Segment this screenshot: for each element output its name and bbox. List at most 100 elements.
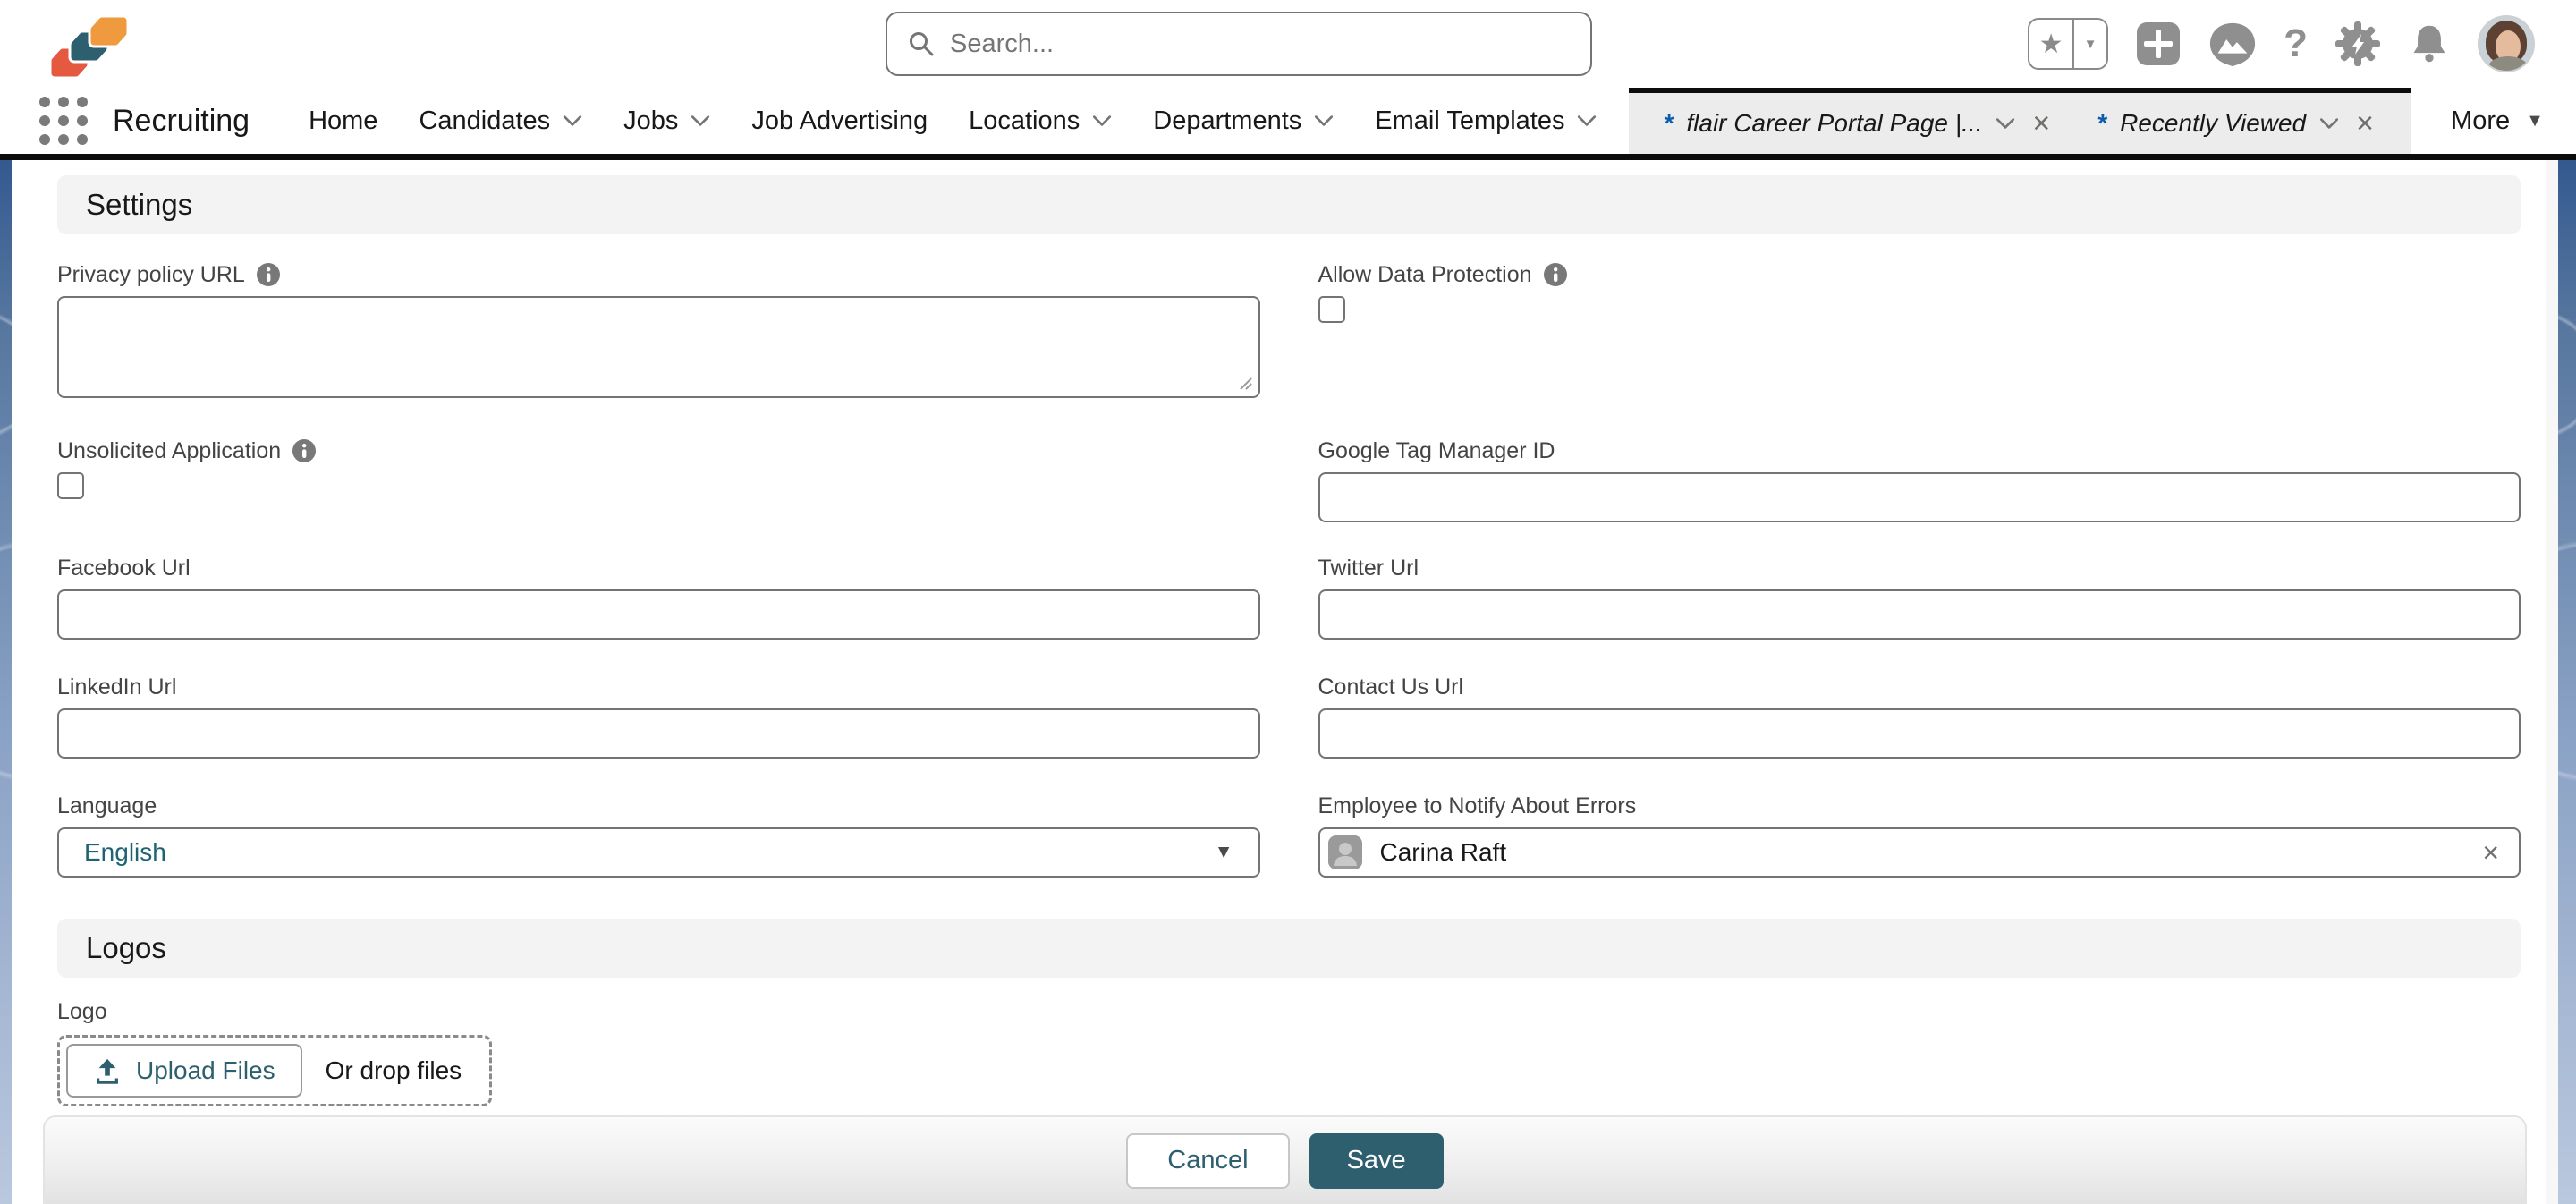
close-icon[interactable]: ×: [2029, 108, 2054, 139]
tab-locations[interactable]: Locations: [969, 106, 1112, 136]
help-button[interactable]: ?: [2284, 21, 2308, 66]
temporary-tabs-group: * flair Career Portal Page |... × * Rece…: [1629, 88, 2411, 154]
chevron-down-icon: [1092, 114, 1112, 127]
field-label: Unsolicited Application: [57, 436, 1260, 466]
field-unsolicited-application: Unsolicited Application: [57, 436, 1260, 522]
field-privacy-policy-url: Privacy policy URL: [57, 259, 1260, 398]
field-label: Employee to Notify About Errors: [1318, 791, 2521, 821]
tab-job-advertising[interactable]: Job Advertising: [751, 106, 928, 136]
chevron-down-icon: [1577, 114, 1597, 127]
employee-lookup-field[interactable]: Carina Raft ×: [1318, 827, 2521, 878]
close-icon[interactable]: ×: [2352, 108, 2377, 139]
info-icon[interactable]: [1544, 263, 1567, 286]
nav-tabs: Home Candidates Jobs Job Advertising Loc…: [309, 88, 1597, 154]
tab-candidates[interactable]: Candidates: [419, 106, 582, 136]
tab-more[interactable]: More ▼: [2451, 88, 2544, 154]
flair-logo: [45, 14, 138, 81]
remove-employee-icon[interactable]: ×: [2482, 838, 2499, 867]
logo-dropzone[interactable]: Upload Files Or drop files: [57, 1035, 492, 1106]
scrollbar-track[interactable]: [2546, 160, 2558, 1204]
save-button[interactable]: Save: [1309, 1133, 1444, 1189]
gear-icon: [2334, 21, 2381, 67]
help-icon: ?: [2284, 21, 2308, 66]
plus-icon: [2135, 21, 2182, 67]
field-label: LinkedIn Url: [57, 672, 1260, 702]
field-language: Language English ▼: [57, 791, 1260, 878]
tab-recently-viewed[interactable]: * Recently Viewed ×: [2075, 93, 2399, 154]
form-action-bar: Cancel Save: [43, 1115, 2527, 1204]
facebook-url-input[interactable]: [57, 589, 1260, 640]
field-label: Privacy policy URL: [57, 259, 1260, 290]
tab-email-templates[interactable]: Email Templates: [1375, 106, 1597, 136]
logos-section-header: Logos: [57, 919, 2521, 978]
guidance-center-button[interactable]: [2208, 21, 2257, 67]
twitter-url-input[interactable]: [1318, 589, 2521, 640]
logos-section-title: Logos: [86, 931, 166, 965]
app-launcher-icon[interactable]: [39, 97, 88, 145]
setup-button[interactable]: [2334, 21, 2381, 67]
field-allow-data-protection: Allow Data Protection: [1318, 259, 2521, 398]
search-input[interactable]: [950, 30, 1571, 59]
content-row: Settings Privacy policy URL: [0, 160, 2576, 1204]
desktop-wallpaper-right: [2558, 160, 2576, 1204]
google-tag-manager-id-input[interactable]: [1318, 472, 2521, 522]
settings-form: Privacy policy URL: [57, 259, 2521, 878]
privacy-policy-url-textarea[interactable]: [57, 296, 1260, 398]
field-contact-us-url: Contact Us Url: [1318, 672, 2521, 759]
chevron-down-icon: [1314, 114, 1334, 127]
field-twitter-url: Twitter Url: [1318, 553, 2521, 640]
logo-field-label: Logo: [57, 999, 2521, 1028]
field-linkedin-url: LinkedIn Url: [57, 672, 1260, 759]
language-select[interactable]: English ▼: [57, 827, 1260, 878]
main-content: Settings Privacy policy URL: [12, 160, 2558, 1204]
unsolicited-application-checkbox[interactable]: [57, 472, 84, 499]
unsaved-indicator: *: [2097, 109, 2106, 138]
cancel-button[interactable]: Cancel: [1126, 1133, 1289, 1189]
field-label: Facebook Url: [57, 553, 1260, 583]
user-avatar[interactable]: [2478, 15, 2535, 72]
favorites-combo-button[interactable]: ★ ▼: [2028, 18, 2108, 70]
linkedin-url-input[interactable]: [57, 708, 1260, 759]
desktop-wallpaper-left: [0, 160, 12, 1204]
info-icon[interactable]: [257, 263, 280, 286]
employee-name: Carina Raft: [1380, 838, 2465, 867]
career-portal-settings-page: Settings Privacy policy URL: [12, 160, 2558, 1166]
upload-icon: [93, 1056, 122, 1085]
chevron-down-icon: [563, 114, 582, 127]
resize-grip-icon[interactable]: [1237, 375, 1253, 391]
field-label: Twitter Url: [1318, 553, 2521, 583]
app-nav-bar: Recruiting Home Candidates Jobs Job Adve…: [0, 88, 2576, 154]
field-facebook-url: Facebook Url: [57, 553, 1260, 640]
global-search[interactable]: [886, 12, 1592, 76]
field-google-tag-manager-id: Google Tag Manager ID: [1318, 436, 2521, 522]
settings-section-title: Settings: [86, 188, 192, 222]
field-label: Language: [57, 791, 1260, 821]
language-selected-value: English: [84, 838, 166, 867]
upload-files-button[interactable]: Upload Files: [66, 1044, 302, 1098]
screen: ★ ▼ ?: [0, 0, 2576, 1204]
employee-avatar-icon: [1328, 835, 1362, 869]
favorites-star-icon[interactable]: ★: [2029, 20, 2074, 68]
info-icon[interactable]: [292, 439, 316, 462]
chevron-down-icon[interactable]: [2319, 117, 2339, 130]
tab-jobs[interactable]: Jobs: [623, 106, 710, 136]
field-label: Contact Us Url: [1318, 672, 2521, 702]
chevron-down-icon[interactable]: [1996, 117, 2015, 130]
allow-data-protection-checkbox[interactable]: [1318, 296, 1345, 323]
tab-home[interactable]: Home: [309, 106, 377, 136]
notifications-button[interactable]: [2408, 22, 2451, 65]
settings-section-header: Settings: [57, 175, 2521, 234]
caret-down-icon: ▼: [2526, 111, 2544, 131]
nav-divider: [0, 154, 2576, 160]
field-label: Allow Data Protection: [1318, 259, 2521, 290]
caret-down-icon: ▼: [1215, 842, 1233, 863]
tab-departments[interactable]: Departments: [1153, 106, 1334, 136]
bell-icon: [2408, 22, 2451, 65]
favorites-dropdown-icon[interactable]: ▼: [2074, 20, 2106, 68]
app-name: Recruiting: [113, 104, 250, 139]
contact-us-url-input[interactable]: [1318, 708, 2521, 759]
tab-flair-career-portal-page[interactable]: * flair Career Portal Page |... ×: [1641, 93, 2075, 154]
global-actions-button[interactable]: [2135, 21, 2182, 67]
unsaved-indicator: *: [1663, 109, 1673, 138]
chevron-down-icon: [691, 114, 710, 127]
